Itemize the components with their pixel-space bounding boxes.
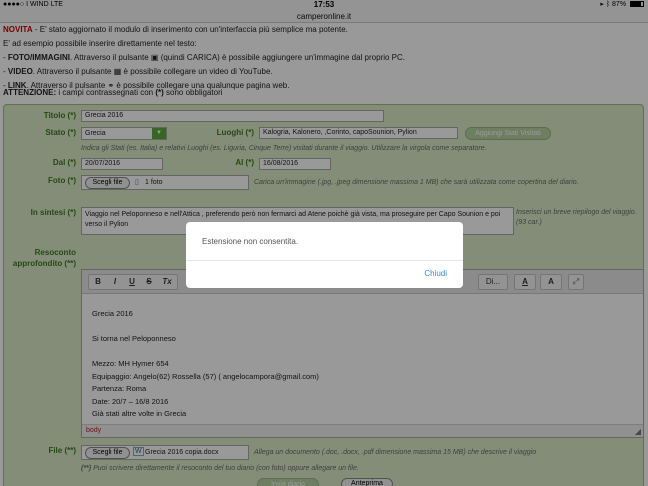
- alert-close-button[interactable]: Chiudi: [424, 269, 447, 278]
- alert-divider: [186, 260, 463, 261]
- alert-message: Estensione non consentita.: [202, 237, 299, 246]
- alert-dialog: Estensione non consentita. Chiudi: [186, 222, 463, 288]
